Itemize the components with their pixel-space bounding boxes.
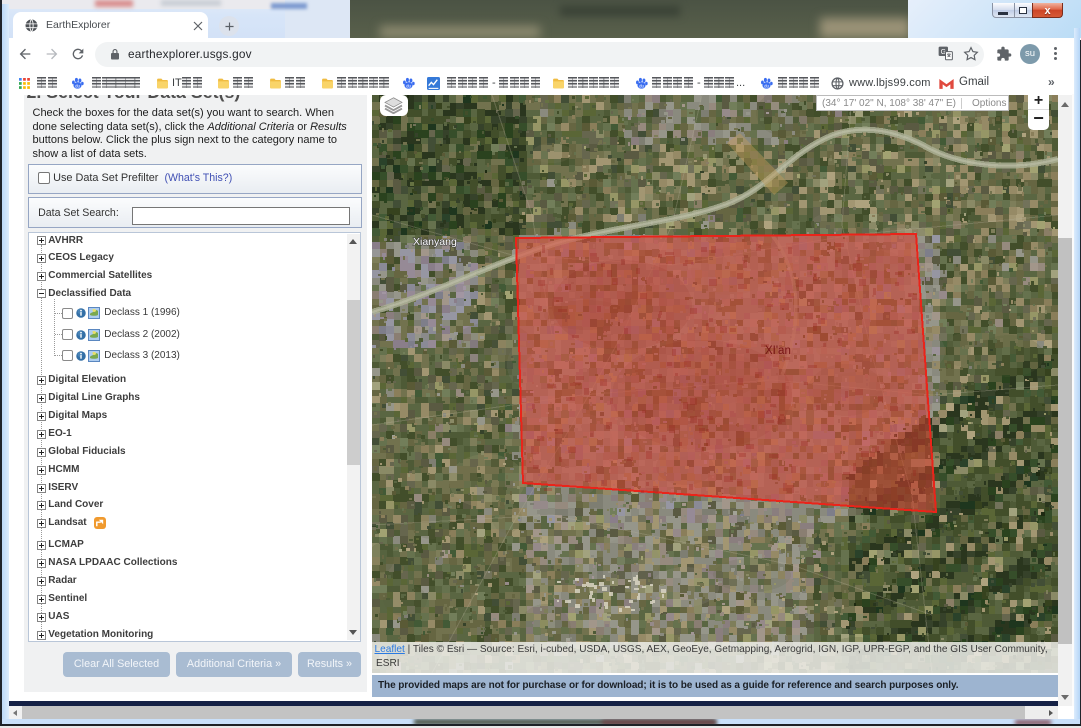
svg-text:XI'an: XI'an xyxy=(765,345,791,357)
svg-text:du: du xyxy=(764,83,769,88)
svg-text:du: du xyxy=(406,83,411,88)
svg-text:du: du xyxy=(639,83,644,88)
svg-text:Xianyang: Xianyang xyxy=(413,236,457,248)
svg-text:du: du xyxy=(75,83,80,88)
